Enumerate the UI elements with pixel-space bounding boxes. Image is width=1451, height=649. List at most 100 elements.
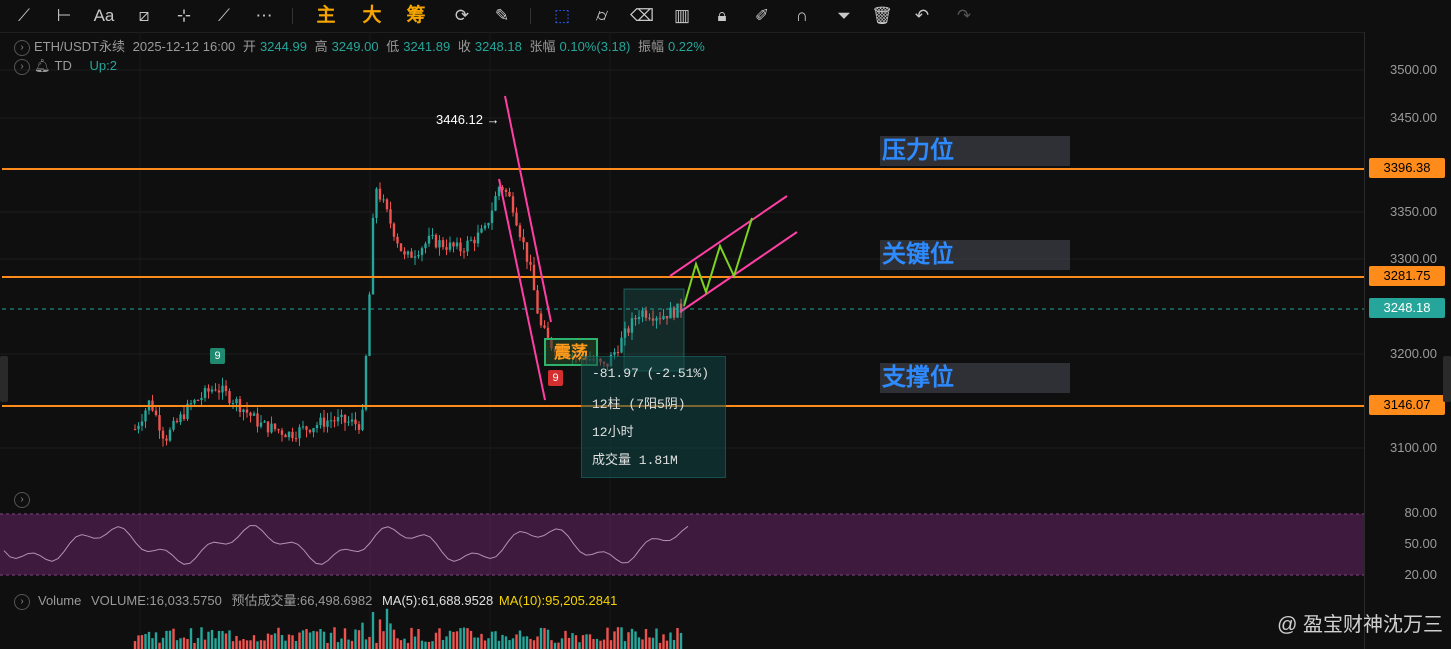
volume-bar	[462, 627, 466, 649]
big-indicator-button[interactable]: 大	[360, 4, 384, 28]
volume-bar	[518, 630, 522, 649]
redo-icon[interactable]: ↷	[952, 4, 976, 28]
volume-bar	[469, 630, 473, 649]
td-indicator-name[interactable]: TD	[55, 58, 72, 73]
volume-bar	[151, 638, 154, 649]
chevron-icon[interactable]: ›	[14, 491, 30, 508]
volume-bar	[529, 638, 532, 649]
candle-body	[392, 223, 396, 237]
volume-bar	[476, 637, 480, 649]
left-collapse-handle[interactable]	[0, 356, 8, 402]
measure-stats-box[interactable]: -81.97 (-2.51%) 12柱 (7阳5阴) 12小时 成交量 1.81…	[581, 356, 726, 478]
volume-bar	[560, 638, 564, 649]
candle-body	[266, 421, 270, 433]
volume-bar	[301, 630, 305, 649]
chevron-icon[interactable]: ›	[14, 58, 30, 75]
volume-bar	[480, 633, 483, 649]
more-icon[interactable]: ⋯	[252, 4, 276, 28]
volume-bar	[165, 630, 168, 649]
chevron-icon[interactable]: ›	[14, 593, 30, 610]
volume-label[interactable]: Volume	[38, 593, 81, 608]
projection-path	[683, 217, 753, 307]
candle-body	[382, 199, 385, 201]
volume-bar	[308, 632, 312, 649]
candle-body	[445, 247, 448, 250]
undo-icon[interactable]: ↶	[910, 4, 934, 28]
volume-bar	[634, 631, 637, 649]
text-tool-icon[interactable]: Aa	[92, 4, 116, 28]
volume-bar	[557, 642, 560, 649]
volume-bar	[287, 634, 291, 649]
volume-bar	[263, 640, 266, 649]
candle-body	[235, 399, 238, 404]
candle-body	[518, 225, 522, 238]
chevron-icon[interactable]: ›	[14, 39, 30, 56]
right-collapse-handle[interactable]	[1443, 356, 1451, 402]
volume-bar	[238, 640, 242, 649]
stat-duration: 12小时	[592, 425, 634, 440]
candle-body	[280, 430, 284, 435]
volume-bar	[630, 628, 634, 649]
volume-bar	[168, 630, 172, 649]
volume-bar	[403, 638, 406, 649]
candle-body	[179, 414, 182, 423]
volume-bar	[536, 636, 539, 649]
key-zone-label[interactable]: 关键位	[880, 240, 1070, 270]
symbol-name[interactable]: ETH/USDT永续	[34, 39, 125, 54]
volume-bar	[399, 640, 403, 649]
peak-price-label: 3446.12 →	[436, 112, 500, 127]
lock-icon[interactable]: 🔒︎	[710, 4, 734, 28]
volume-bar	[511, 638, 515, 649]
candle-body	[200, 397, 203, 401]
support-price-tag: 3146.07	[1369, 395, 1445, 415]
volume-bar	[679, 632, 683, 649]
candle-body	[182, 414, 186, 419]
ruler-icon[interactable]: ⟋	[212, 4, 236, 28]
refresh-icon[interactable]: ⟳	[450, 4, 474, 28]
volume-bar	[595, 638, 599, 649]
slash-tool-icon[interactable]: ⧄	[132, 4, 156, 28]
price-axis[interactable]: 3500.00 3450.00 3350.00 3300.00 3200.00 …	[1364, 32, 1451, 649]
candle-body	[438, 240, 441, 248]
volume-bar	[567, 637, 571, 649]
edit-icon[interactable]: ✐	[750, 4, 774, 28]
candle-body	[165, 438, 168, 441]
volume-bar	[546, 629, 550, 649]
trash-icon[interactable]: 🗑︎	[870, 4, 894, 28]
support-zone-label[interactable]: 支撑位	[880, 363, 1070, 393]
magnet-icon[interactable]: ∩	[790, 4, 814, 28]
bell-icon[interactable]: 🔔︎	[34, 58, 51, 73]
cursor-icon[interactable]: ⬚	[550, 4, 574, 28]
measure-icon[interactable]: ⌭	[590, 4, 614, 28]
candle-body	[263, 421, 266, 423]
candle-body	[137, 425, 140, 430]
filter-icon[interactable]: ⏷	[832, 4, 856, 28]
brush-icon[interactable]: ✎	[490, 4, 514, 28]
candle-body	[308, 429, 312, 433]
candle-body	[487, 223, 490, 226]
volume-bar	[438, 628, 441, 649]
candle-body	[221, 385, 224, 393]
volume-bar	[343, 628, 347, 649]
candle-body	[403, 251, 406, 255]
volume-bar	[347, 639, 350, 649]
candle-body	[497, 187, 501, 197]
candle-body	[385, 199, 389, 210]
volume-bar	[543, 628, 546, 649]
candles-icon[interactable]: ▥	[670, 4, 694, 28]
volume-bar	[364, 639, 368, 649]
main-indicator-button[interactable]: 主	[314, 4, 338, 28]
eraser-icon[interactable]: ⌫	[630, 4, 654, 28]
volume-bar	[133, 641, 137, 649]
trend-line-icon[interactable]: ⟋	[12, 4, 36, 28]
chip-indicator-button[interactable]: 筹	[404, 4, 428, 28]
candle-body	[546, 327, 550, 338]
cross-line-icon[interactable]: ⊹	[172, 4, 196, 28]
volume-bar	[224, 633, 228, 649]
drawing-toolbar: ⟋ ⊢ Aa ⧄ ⊹ ⟋ ⋯ 主 大 筹 ⟳ ✎ ⬚ ⌭ ⌫ ▥ 🔒︎ ✐ ∩ …	[0, 0, 1451, 33]
resistance-zone-label[interactable]: 压力位	[880, 136, 1070, 166]
horizontal-line-icon[interactable]: ⊢	[52, 4, 76, 28]
candle-body	[371, 217, 375, 295]
volume-bar	[196, 637, 200, 649]
volume-bar	[368, 636, 371, 649]
